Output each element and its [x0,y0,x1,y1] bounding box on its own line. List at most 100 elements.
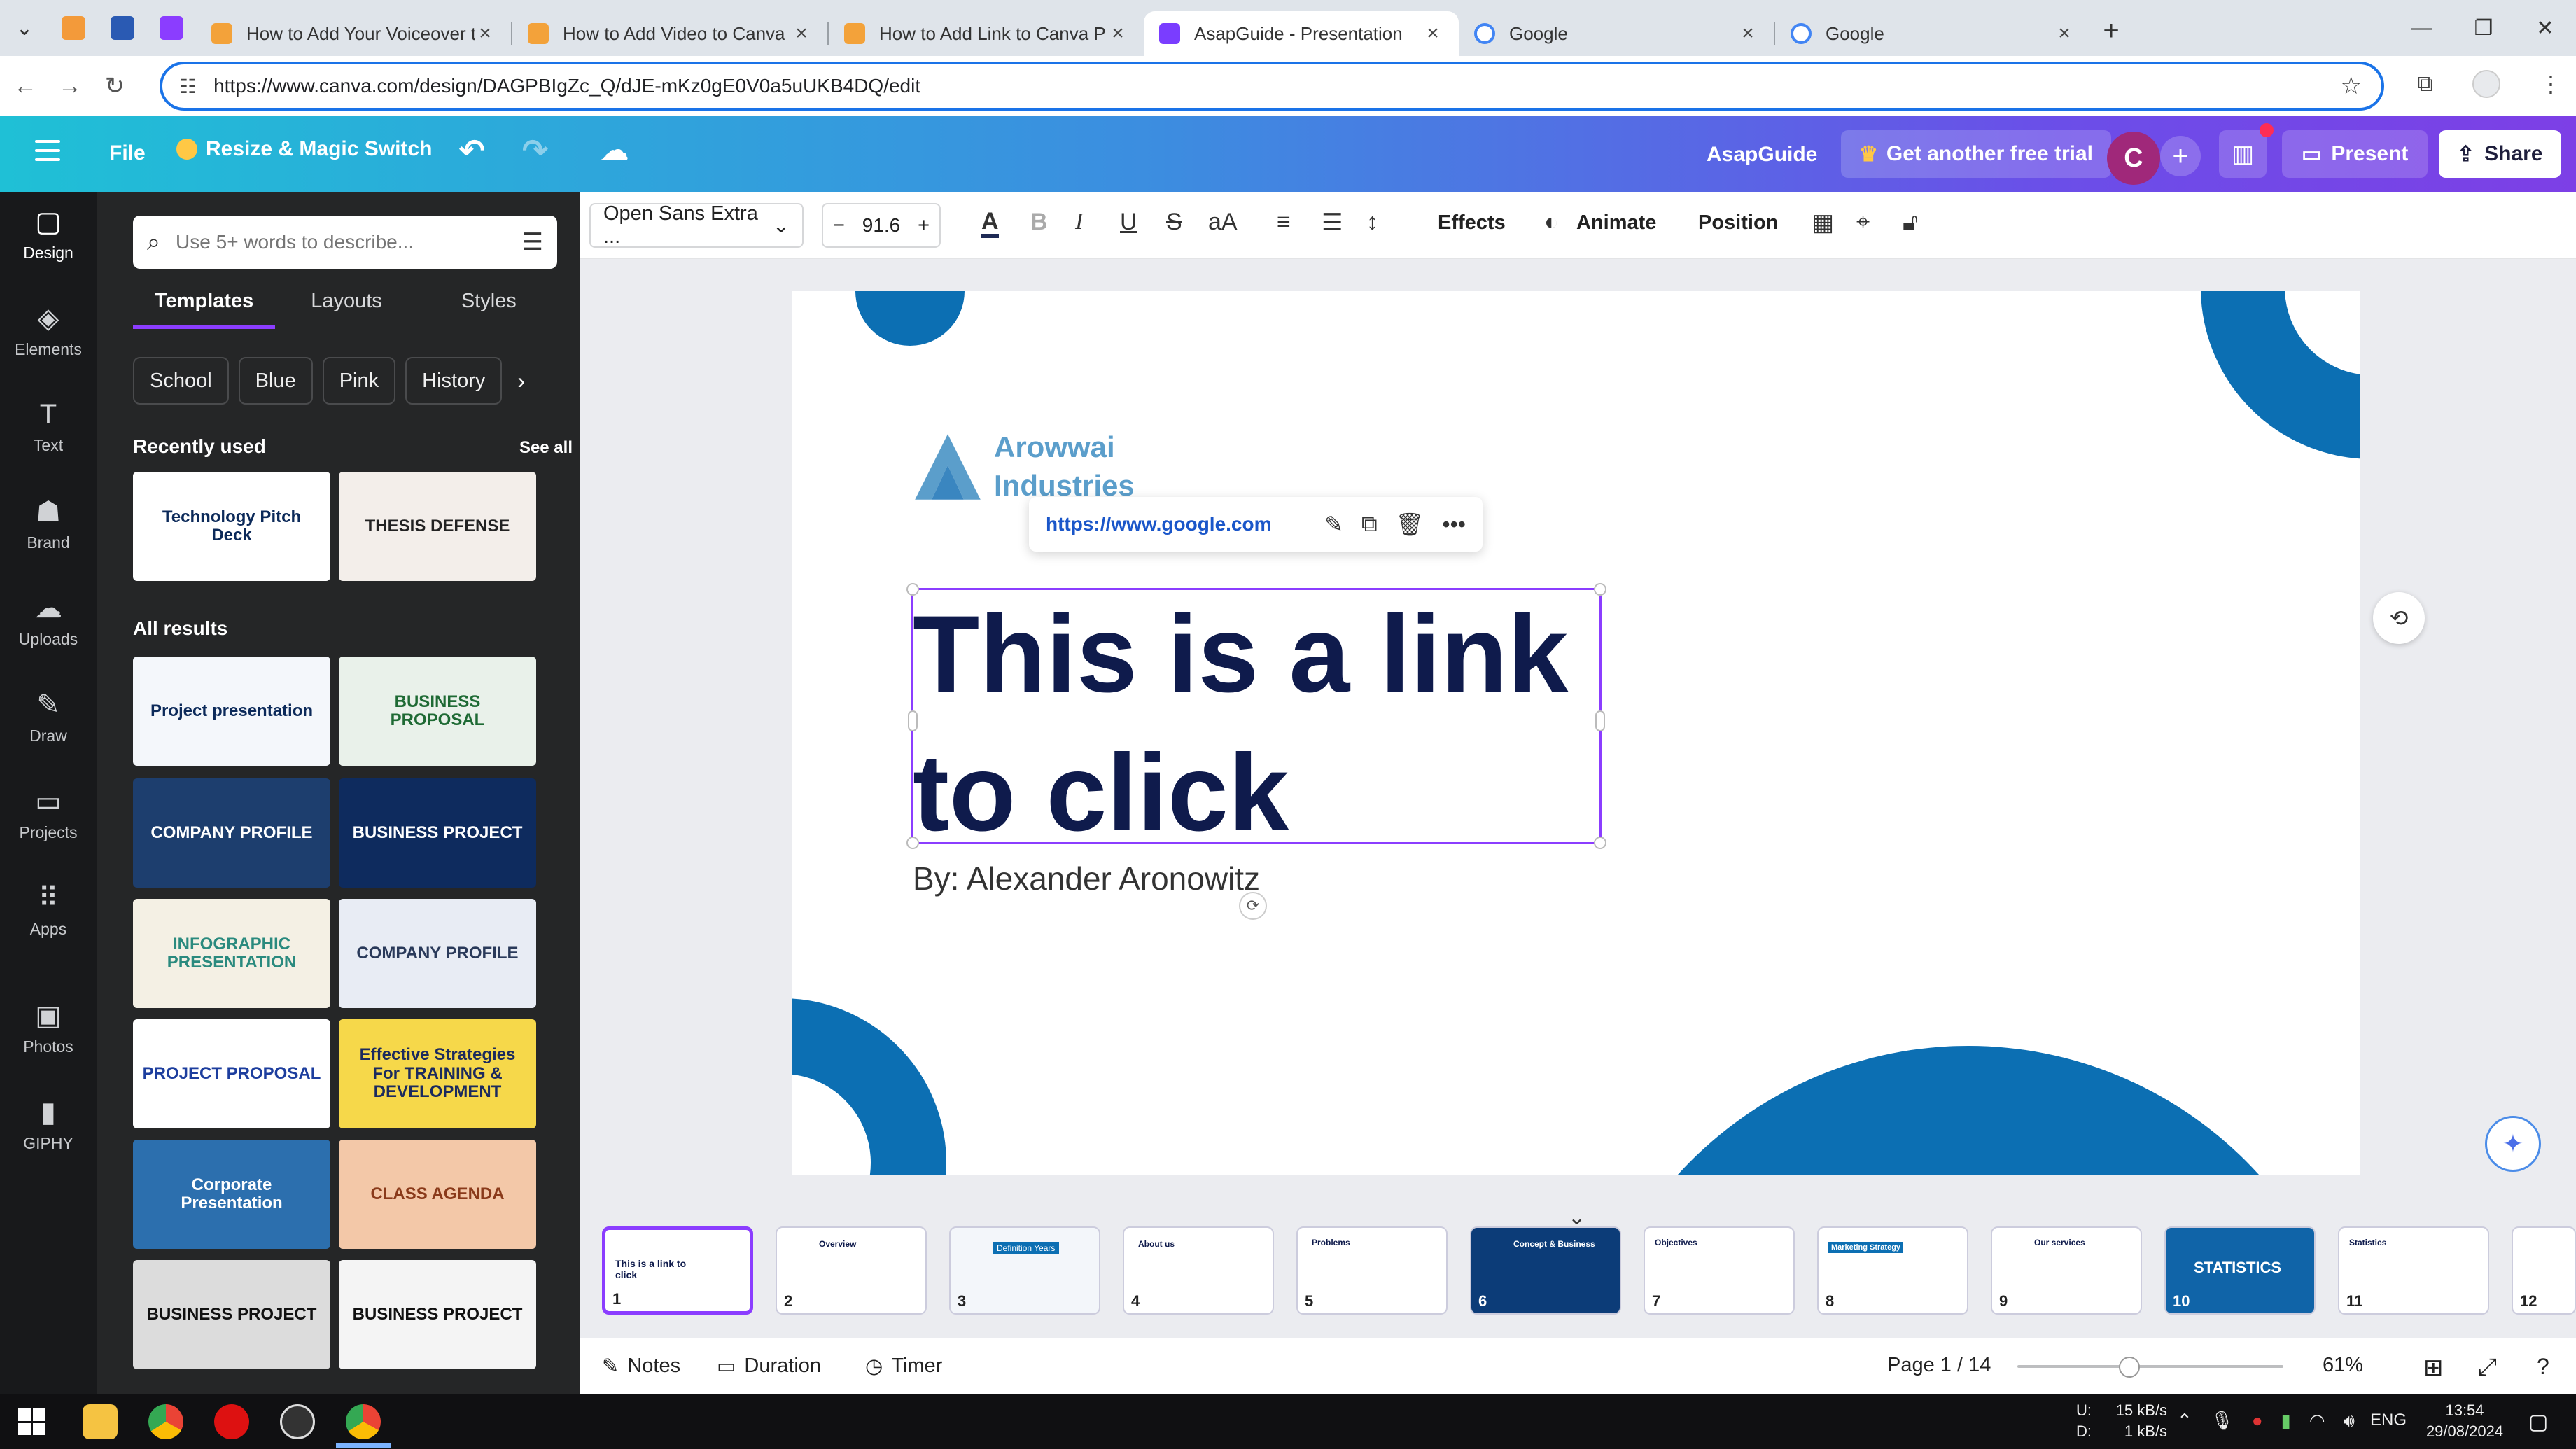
recorder-icon[interactable] [214,1404,249,1439]
bold-icon[interactable]: B [1030,209,1048,236]
browser-menu-icon[interactable]: ⋮ [2540,71,2562,97]
italic-icon[interactable]: I [1075,209,1083,235]
template-thumbnail[interactable]: BUSINESS PROJECT [339,778,536,888]
close-icon[interactable]: × [475,22,496,46]
underline-icon[interactable]: U [1120,209,1138,236]
duration-button[interactable]: ▭ Duration [717,1354,821,1378]
chevron-up-icon[interactable]: ⌃ [2177,1410,2192,1432]
chevron-right-icon[interactable]: › [512,357,525,405]
company-logo[interactable]: Arowwai Industries [911,428,1135,505]
zoom-level[interactable]: 61% [2323,1354,2363,1377]
rail-item-draw[interactable]: ✎ Draw [0,675,97,759]
rotate-handle-icon[interactable]: ⟳ [1239,892,1267,920]
free-trial-button[interactable]: ♛ Get another free trial [1841,130,2111,178]
undo-icon[interactable]: ↶ [459,133,485,169]
template-thumbnail[interactable]: Corporate Presentation [133,1140,330,1249]
recording-icon[interactable]: ● [2252,1410,2263,1432]
rail-item-uploads[interactable]: ☁ Uploads [0,578,97,662]
template-thumbnail[interactable]: BUSINESS PROPOSAL [339,657,536,766]
rail-item-text[interactable]: T Text [0,385,97,469]
chip-blue[interactable]: Blue [238,357,313,405]
battery-icon[interactable]: ▮ [2281,1410,2291,1432]
invite-plus-icon[interactable]: + [2160,136,2201,176]
volume-icon[interactable]: 🔊︎ [2344,1410,2355,1432]
filter-icon[interactable]: ☰ [522,228,543,256]
lock-icon[interactable]: 🔓︎ [1903,209,1918,236]
notes-button[interactable]: ✎ Notes [602,1354,680,1378]
template-thumbnail[interactable]: COMPANY PROFILE [339,899,536,1008]
rail-item-design[interactable]: ▢ Design [0,192,97,276]
slide-title[interactable]: This is a link to click [913,585,1603,862]
grid-view-icon[interactable]: ⊞ [2423,1354,2444,1382]
page-thumbnail[interactable]: Overview 2 [776,1226,927,1315]
search-input[interactable] [176,231,522,253]
close-icon[interactable]: × [1737,22,1758,46]
pinned-tab[interactable] [98,0,147,56]
site-settings-icon[interactable]: ☷ [179,75,197,98]
align-left-icon[interactable]: ≡ [1277,209,1291,236]
decrease-size-button[interactable]: − [833,214,845,237]
template-thumbnail[interactable]: COMPANY PROFILE [133,778,330,888]
minimize-icon[interactable]: — [2391,0,2453,56]
animate-button[interactable]: Animate [1576,211,1656,234]
browser-tab-active[interactable]: AsapGuide - Presentation × [1144,11,1459,56]
template-thumbnail[interactable]: CLASS AGENDA [339,1140,536,1249]
tab-styles[interactable]: Styles [418,290,560,329]
help-icon[interactable]: ? [2537,1354,2549,1380]
template-thumbnail[interactable]: INFOGRAPHIC PRESENTATION [133,899,330,1008]
notifications-icon[interactable]: ▢ [2528,1410,2548,1434]
rail-item-giphy[interactable]: ▮ GIPHY [0,1082,97,1166]
font-family-select[interactable]: Open Sans Extra ... ⌄ [589,202,804,248]
page-thumbnail[interactable]: STATISTICS 10 [2164,1226,2316,1315]
page-indicator[interactable]: Page 1 / 14 [1887,1354,1991,1377]
strikethrough-icon[interactable]: S [1166,209,1182,236]
tab-search-chevron-icon[interactable]: ⌄ [0,16,49,41]
rail-item-photos[interactable]: ▣ Photos [0,986,97,1070]
font-size-value[interactable]: 91.6 [862,214,901,237]
back-icon[interactable]: ← [6,65,45,107]
line-spacing-icon[interactable]: ↕ [1366,209,1378,236]
text-color-icon[interactable]: A [981,209,999,238]
rail-item-apps[interactable]: ⠿ Apps [0,868,97,952]
redo-icon[interactable]: ↷ [522,133,548,169]
tab-layouts[interactable]: Layouts [275,290,417,329]
restore-icon[interactable]: ❐ [2453,0,2514,56]
chip-school[interactable]: School [133,357,229,405]
profile-avatar[interactable] [2472,70,2500,98]
page-thumbnail[interactable]: This is a link to click 1 [602,1226,753,1315]
language-indicator[interactable]: ENG [2370,1410,2407,1431]
template-search[interactable]: ⌕ ☰ [133,216,557,269]
chip-pink[interactable]: Pink [322,357,396,405]
browser-tab[interactable]: Google × [1459,11,1774,56]
rail-item-elements[interactable]: ◈ Elements [0,288,97,372]
share-button[interactable]: ⇪ Share [2439,130,2561,178]
rail-item-projects[interactable]: ▭ Projects [0,771,97,855]
pinned-tab[interactable] [147,0,196,56]
windows-start-icon[interactable] [18,1408,45,1435]
chrome-active-icon[interactable] [346,1404,381,1439]
link-url[interactable]: https://www.google.com [1046,513,1306,536]
reload-icon[interactable]: ↻ [95,65,134,107]
team-name[interactable]: AsapGuide [1707,143,1817,167]
increase-size-button[interactable]: + [918,214,930,237]
new-tab-icon[interactable]: + [2090,15,2132,47]
page-thumbnail[interactable]: About us 4 [1123,1226,1274,1315]
template-thumbnail[interactable]: Project presentation [133,657,330,766]
bullet-list-icon[interactable]: ☰ [1322,209,1343,237]
main-menu-icon[interactable] [35,140,60,167]
page-thumbnail[interactable]: Objectives 7 [1644,1226,1795,1315]
present-button[interactable]: ▭ Present [2282,130,2428,178]
template-thumbnail[interactable]: Technology Pitch Deck [133,472,330,581]
cloud-save-icon[interactable]: ☁ [601,134,629,167]
position-button[interactable]: Position [1698,211,1778,234]
template-thumbnail[interactable]: PROJECT PROPOSAL [133,1019,330,1128]
effects-button[interactable]: Effects [1438,211,1506,234]
close-icon[interactable]: × [2054,22,2075,46]
more-options-icon[interactable]: ••• [1442,512,1466,538]
page-thumbnail[interactable]: Marketing Strategy 8 [1817,1226,1968,1315]
page-thumbnail[interactable]: Our services 9 [1991,1226,2142,1315]
clock[interactable]: 13:54 29/08/2024 [2419,1400,2510,1442]
zoom-slider-track[interactable] [2017,1365,2283,1368]
file-menu-button[interactable]: File [109,141,146,165]
pinned-tab[interactable] [49,0,98,56]
